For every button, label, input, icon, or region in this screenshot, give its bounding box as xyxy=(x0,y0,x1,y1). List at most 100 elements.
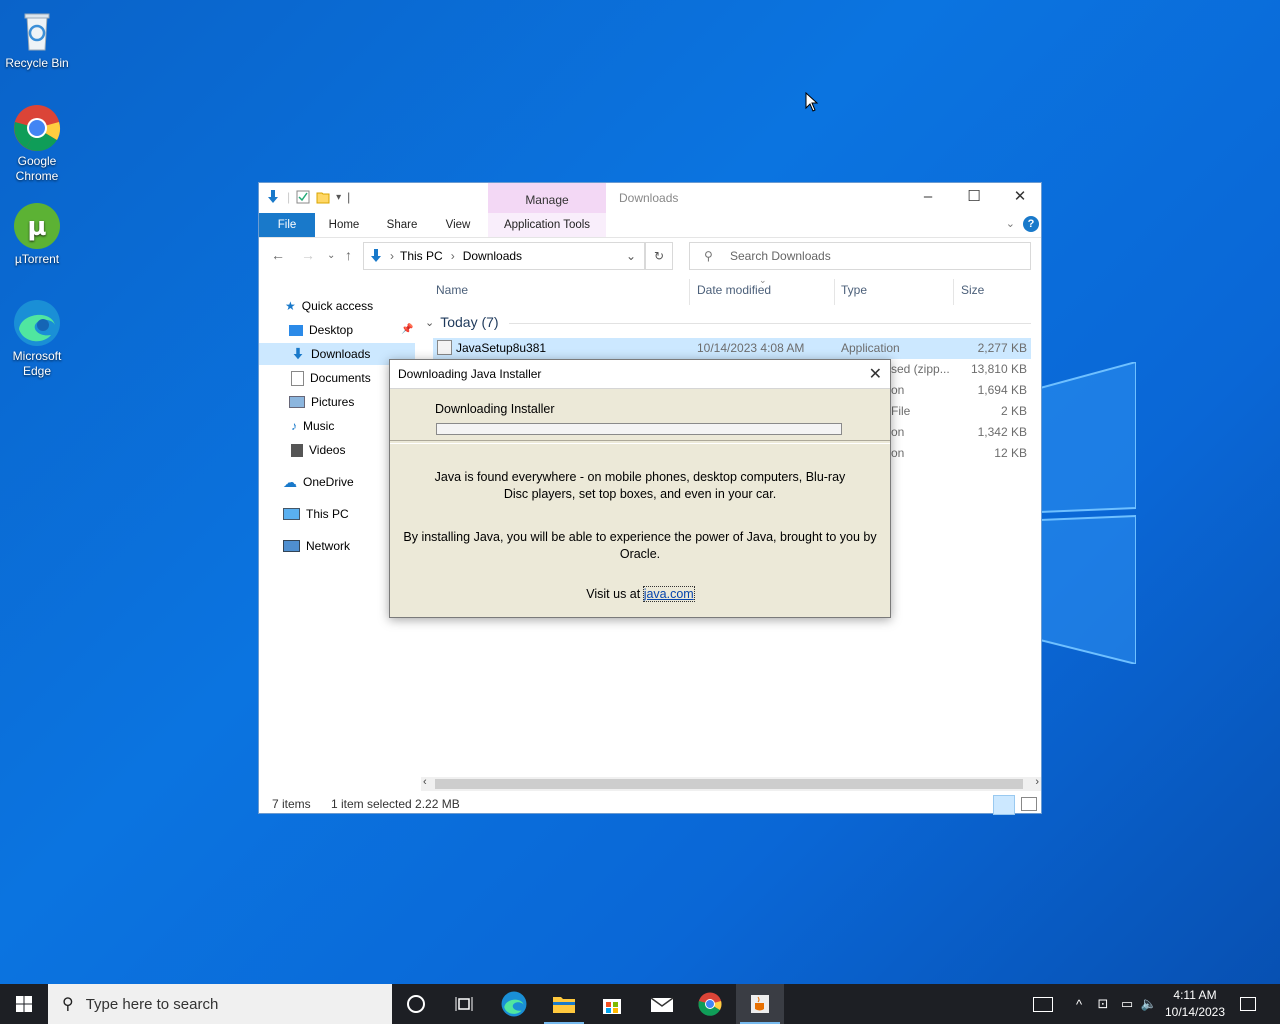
scroll-left-icon[interactable]: ‹ xyxy=(423,776,427,788)
nav-pictures[interactable]: Pictures xyxy=(289,391,354,413)
nav-label: This PC xyxy=(306,507,349,521)
new-folder-icon[interactable] xyxy=(316,190,330,204)
tab-share[interactable]: Share xyxy=(381,213,423,237)
nav-this-pc[interactable]: This PC xyxy=(283,503,349,525)
column-separator[interactable] xyxy=(689,279,690,305)
dialog-title-bar: Downloading Java Installer ✕ xyxy=(390,360,890,389)
nav-label: Documents xyxy=(310,371,371,385)
refresh-icon[interactable]: ↻ xyxy=(645,242,673,270)
volume-muted-icon[interactable]: 🔈 xyxy=(1138,984,1160,1024)
recent-locations-icon[interactable]: ⌄ xyxy=(327,250,335,261)
edge-icon xyxy=(13,299,61,347)
nav-documents[interactable]: Documents xyxy=(291,367,371,389)
notification-center-button[interactable] xyxy=(1236,984,1260,1024)
download-folder-icon[interactable] xyxy=(265,189,281,205)
file-name: JavaSetup8u381 xyxy=(456,340,547,355)
cortana-button[interactable] xyxy=(392,984,440,1024)
tab-application-tools[interactable]: Application Tools xyxy=(488,213,606,237)
tab-manage[interactable]: Manage xyxy=(488,183,606,213)
file-type: on xyxy=(891,446,905,460)
file-row[interactable]: JavaSetup8u381 10/14/2023 4:08 AM Applic… xyxy=(433,338,1031,359)
scrollbar-thumb[interactable] xyxy=(435,779,1023,789)
title-bar: | ▾ | Manage Downloads – ☐ ✕ xyxy=(259,183,1041,213)
desktop-icon-edge[interactable]: Microsoft Edge xyxy=(4,299,70,379)
column-header-date-modified[interactable]: Date modified xyxy=(697,283,771,303)
search-input[interactable]: ⚲ Search Downloads xyxy=(689,242,1031,270)
taskbar-chrome[interactable] xyxy=(686,984,734,1024)
task-view-button[interactable] xyxy=(440,984,488,1024)
column-header-name[interactable]: Name xyxy=(436,283,468,303)
horizontal-scrollbar[interactable]: ‹ › xyxy=(421,776,1041,791)
address-bar[interactable]: › This PC › Downloads ⌄ xyxy=(363,242,645,270)
address-dropdown-icon[interactable]: ⌄ xyxy=(626,249,636,263)
breadcrumb-downloads[interactable]: Downloads xyxy=(463,249,522,263)
nav-onedrive[interactable]: ☁ OneDrive xyxy=(283,471,354,493)
java-oracle-paragraph: By installing Java, you will be able to … xyxy=(403,530,877,561)
visit-prefix: Visit us at xyxy=(586,587,644,601)
breadcrumb-this-pc[interactable]: This PC xyxy=(400,249,443,263)
desktop-icon-utorrent[interactable]: µ µTorrent xyxy=(4,202,70,267)
taskbar-java-installer[interactable] xyxy=(736,984,784,1024)
mail-envelope-icon xyxy=(650,997,674,1012)
system-clock[interactable]: 4:11 AM 10/14/2023 xyxy=(1160,987,1230,1021)
taskbar-edge[interactable] xyxy=(490,984,538,1024)
ribbon-expand-icon[interactable]: ⌄ xyxy=(1006,217,1015,230)
column-separator[interactable] xyxy=(953,279,954,305)
network-tray-icon[interactable]: ▭ xyxy=(1116,984,1138,1024)
properties-icon[interactable] xyxy=(296,190,310,204)
nav-label: OneDrive xyxy=(303,475,354,489)
nav-music[interactable]: ♪ Music xyxy=(291,415,334,437)
nav-label: Quick access xyxy=(301,299,374,313)
large-icons-view-icon[interactable] xyxy=(1021,797,1037,811)
nav-videos[interactable]: Videos xyxy=(291,439,345,461)
qat-dropdown-icon[interactable]: ▾ xyxy=(336,192,341,203)
forward-arrow-icon[interactable]: → xyxy=(301,247,315,263)
nav-quick-access[interactable]: ★ Quick access xyxy=(285,295,373,317)
window-title: Downloads xyxy=(619,191,679,205)
file-type: sed (zipp... xyxy=(891,362,950,376)
download-progress-bar xyxy=(436,423,842,435)
pin-icon[interactable]: 📌 xyxy=(401,324,413,335)
collapse-chevron-icon[interactable]: ⌄ xyxy=(425,316,434,329)
up-arrow-icon[interactable]: ↑ xyxy=(345,247,352,263)
java-installer-icon xyxy=(437,340,452,355)
nav-network[interactable]: Network xyxy=(283,535,350,557)
close-button[interactable]: ✕ xyxy=(997,183,1043,213)
start-button[interactable] xyxy=(0,984,48,1024)
tab-home[interactable]: Home xyxy=(323,213,365,237)
selection-info: 1 item selected 2.22 MB xyxy=(331,797,460,811)
help-icon[interactable]: ? xyxy=(1023,216,1039,232)
taskbar-file-explorer[interactable] xyxy=(540,984,588,1024)
column-separator[interactable] xyxy=(834,279,835,305)
tab-file[interactable]: File xyxy=(259,213,315,237)
scroll-right-icon[interactable]: › xyxy=(1035,776,1039,788)
details-view-icon[interactable] xyxy=(993,795,1015,815)
news-widget-icon[interactable] xyxy=(1028,984,1058,1024)
taskbar-store[interactable] xyxy=(588,984,636,1024)
nav-desktop[interactable]: Desktop xyxy=(289,319,353,341)
desktop-icon-label: Google Chrome xyxy=(15,154,59,183)
file-type: on xyxy=(891,383,905,397)
quick-access-toolbar: | ▾ | xyxy=(265,189,350,205)
group-divider xyxy=(509,323,1031,324)
back-arrow-icon[interactable]: ← xyxy=(271,247,285,263)
dialog-close-icon[interactable]: ✕ xyxy=(869,364,882,384)
column-header-type[interactable]: Type xyxy=(841,283,867,303)
group-header-today[interactable]: ⌄ Today (7) xyxy=(425,314,499,330)
show-hidden-icons-button[interactable]: ^ xyxy=(1068,984,1090,1024)
maximize-button[interactable]: ☐ xyxy=(951,183,997,213)
taskbar-search-box[interactable]: ⚲ Type here to search xyxy=(48,984,392,1024)
meet-now-icon[interactable]: ⊡ xyxy=(1092,984,1114,1024)
column-header-size[interactable]: Size xyxy=(961,283,984,303)
network-icon xyxy=(283,540,300,552)
minimize-button[interactable]: – xyxy=(905,183,951,213)
taskbar-mail[interactable] xyxy=(638,984,686,1024)
recycle-bin-icon xyxy=(13,6,61,54)
desktop-icon-chrome[interactable]: Google Chrome xyxy=(4,104,70,184)
windows-start-icon xyxy=(16,996,32,1012)
file-size: 1,342 KB xyxy=(977,425,1027,439)
java-com-link[interactable]: java.com xyxy=(642,586,695,602)
desktop-icon-recycle-bin[interactable]: Recycle Bin xyxy=(4,6,70,71)
tab-view[interactable]: View xyxy=(439,213,477,237)
file-size: 2 KB xyxy=(1000,404,1027,418)
